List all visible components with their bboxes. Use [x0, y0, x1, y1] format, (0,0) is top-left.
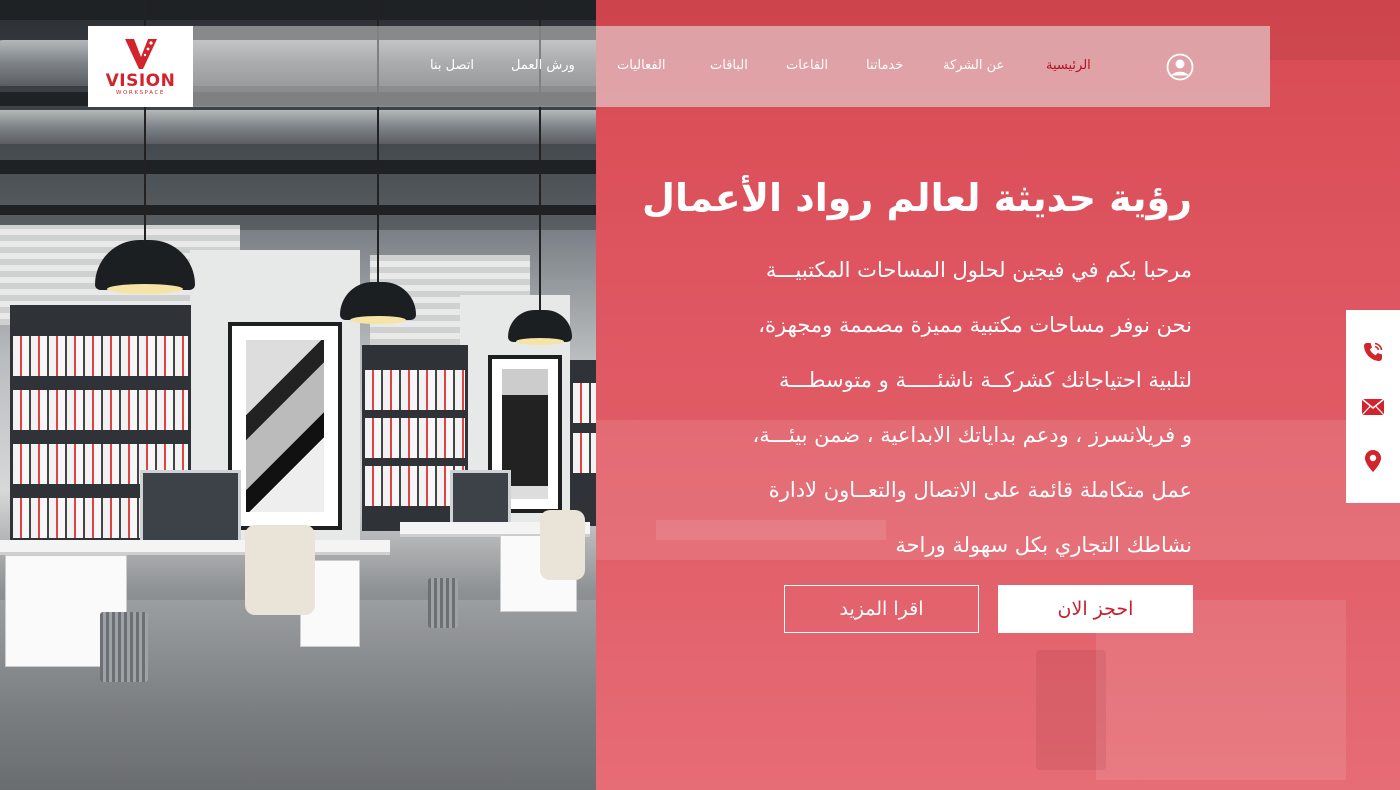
hero-line: و فريلانسرز ، ودعم بداياتك الابداعية ، ض… — [752, 423, 1192, 447]
read-more-button[interactable]: اقرا المزيد — [784, 585, 979, 633]
mail-icon[interactable] — [1360, 394, 1386, 420]
ceiling-beam — [0, 205, 600, 215]
hero-office-photo — [0, 0, 600, 790]
brand-tagline: WORKSPACE — [115, 89, 166, 96]
brand-logo[interactable]: VISION WORKSPACE — [88, 26, 193, 107]
nav-item-home[interactable]: الرئيسية — [1046, 58, 1091, 78]
ceiling-beam — [0, 0, 600, 20]
waste-bin — [100, 612, 148, 682]
wall-art-frame — [228, 322, 342, 530]
phone-icon[interactable] — [1360, 339, 1386, 365]
nav-item-packages[interactable]: الباقات — [710, 58, 748, 78]
top-navbar — [88, 26, 1270, 107]
book-now-button[interactable]: احجز الان — [998, 585, 1193, 633]
contact-side-tab — [1346, 310, 1400, 503]
brand-name: VISION — [105, 70, 176, 91]
office-chair — [245, 525, 315, 615]
hero-description: مرحبا بكم في فيجين لحلول المساحات المكتب… — [632, 244, 1192, 574]
nav-item-events[interactable]: الفعاليات — [617, 58, 665, 78]
waste-bin — [428, 578, 458, 628]
logo-v-mark-icon — [123, 37, 159, 71]
office-chair — [540, 510, 585, 580]
nav-item-halls[interactable]: القاعات — [786, 58, 828, 78]
location-pin-icon[interactable] — [1360, 448, 1386, 474]
nav-item-workshops[interactable]: ورش العمل — [511, 58, 575, 78]
desk — [0, 540, 390, 552]
hero-line: نشاطك التجاري بكل سهولة وراحة — [895, 533, 1192, 557]
desk-monitor — [140, 470, 241, 546]
ceiling-beam — [0, 160, 600, 174]
hero-line: نحن نوفر مساحات مكتبية مميزة مصممة ومجهز… — [758, 313, 1192, 337]
nav-item-about[interactable]: عن الشركة — [943, 58, 1004, 78]
hero-line: عمل متكاملة قائمة على الاتصال والتعــاون… — [768, 478, 1192, 502]
hero-line: لتلبية احتياجاتك كشركــة ناشئـــــة و مت… — [779, 368, 1192, 392]
nav-item-services[interactable]: خدماتنا — [866, 58, 903, 78]
nav-item-contact[interactable]: اتصل بنا — [430, 58, 474, 78]
ceiling-duct — [0, 110, 600, 144]
user-account-icon[interactable] — [1166, 53, 1194, 81]
hero-title: رؤية حديثة لعالم رواد الأعمال — [642, 176, 1192, 220]
hero-line: مرحبا بكم في فيجين لحلول المساحات المكتب… — [765, 258, 1192, 282]
